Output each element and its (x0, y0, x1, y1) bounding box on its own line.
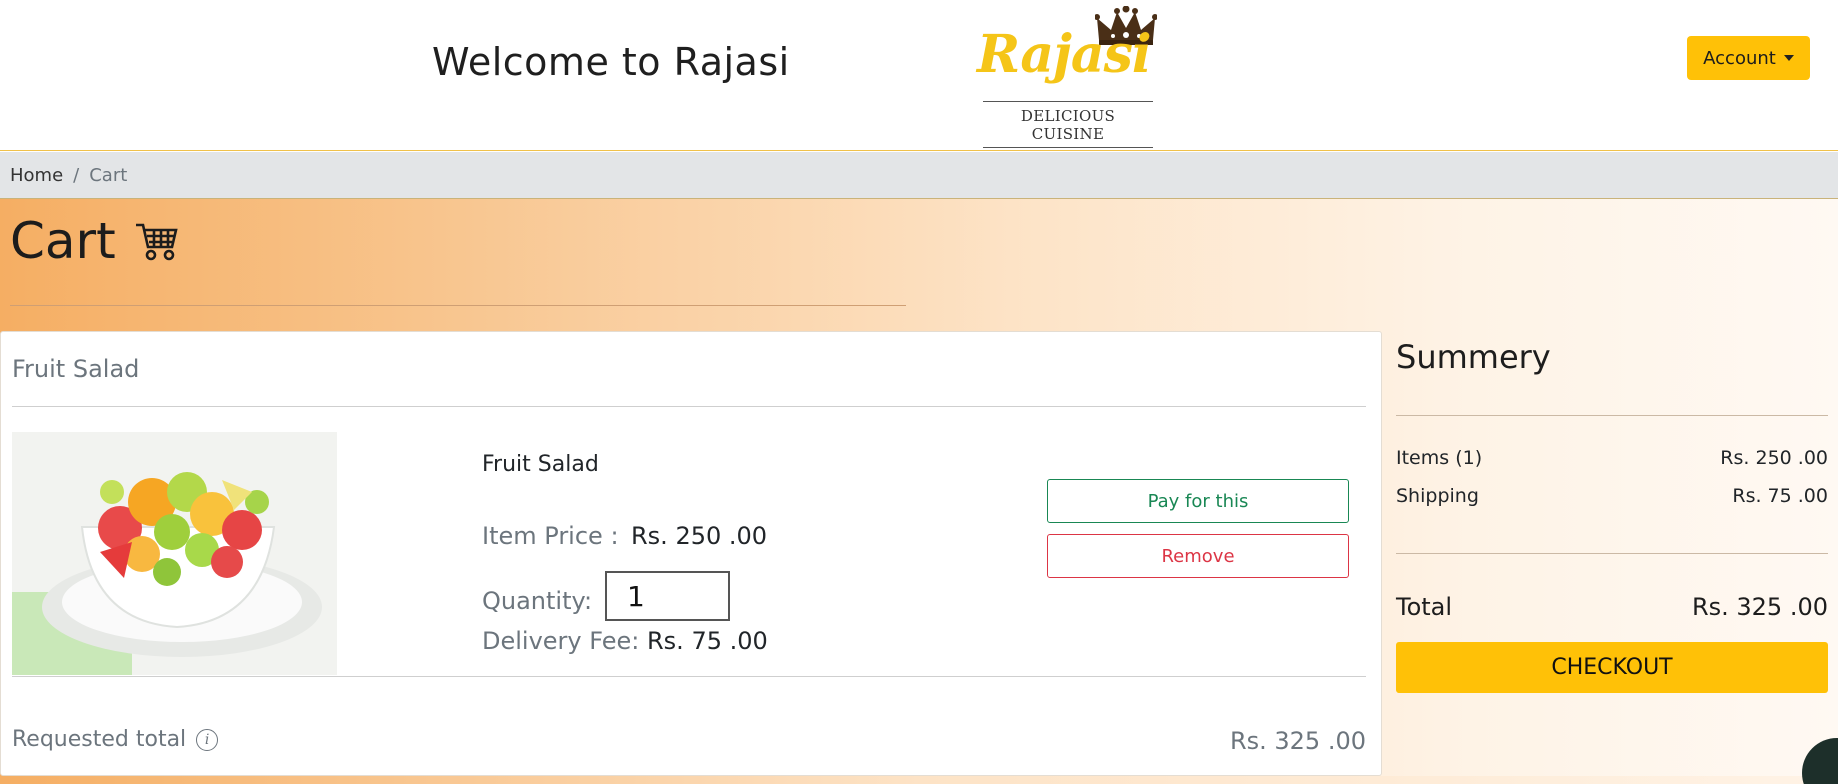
shopping-cart-icon (135, 223, 178, 261)
footer-gradient-strip (0, 776, 1838, 784)
summary-shipping-label: Shipping (1396, 485, 1479, 507)
delivery-fee-label: Delivery Fee: (482, 627, 640, 655)
rajasi-logo[interactable]: Rajasi DELICIOUS CUISINE (975, 6, 1171, 148)
logo-brand: Rajasi (977, 24, 1152, 85)
card-title: Fruit Salad (12, 355, 140, 383)
breadcrumb-separator: / (73, 164, 80, 186)
card-divider-top (12, 406, 1366, 407)
account-dropdown-button[interactable]: Account (1687, 36, 1810, 80)
quantity-input[interactable] (605, 571, 730, 621)
requested-total-text: Requested total (12, 727, 187, 752)
page-title-text: Cart (10, 212, 116, 270)
summary-shipping-value: Rs. 75 .00 (1732, 485, 1828, 507)
requested-total-label: Requested total i (12, 727, 219, 752)
summary-divider-bottom (1396, 553, 1828, 554)
item-price-value: Rs. 250 .00 (631, 522, 768, 550)
welcome-heading: Welcome to Rajasi (432, 40, 790, 84)
quantity-label: Quantity: (482, 587, 593, 615)
breadcrumb: Home / Cart (0, 152, 1838, 199)
delivery-fee-value: Rs. 75 .00 (647, 627, 768, 655)
breadcrumb-current: Cart (89, 164, 128, 186)
account-label: Account (1703, 47, 1776, 69)
breadcrumb-home-link[interactable]: Home (10, 165, 63, 186)
summary-divider-top (1396, 415, 1828, 416)
item-name: Fruit Salad (482, 452, 599, 477)
summary-items-value: Rs. 250 .00 (1720, 447, 1828, 469)
item-price-label: Item Price : (482, 522, 619, 550)
fruit-salad-image (12, 432, 337, 675)
summary-total-label: Total (1396, 593, 1453, 621)
remove-button[interactable]: Remove (1047, 534, 1349, 578)
title-divider (10, 305, 906, 306)
page-title: Cart (10, 212, 178, 270)
chevron-down-icon (1783, 55, 1794, 61)
logo-tagline: DELICIOUS CUISINE (983, 101, 1153, 148)
summary-title: Summery (1396, 338, 1551, 376)
site-header: Welcome to Rajasi Rajasi DELICIOUS CUISI… (0, 0, 1838, 151)
summary-total-value: Rs. 325 .00 (1691, 593, 1828, 621)
card-divider-bottom (12, 676, 1366, 677)
checkout-button[interactable]: CHECKOUT (1396, 642, 1828, 693)
requested-total-value: Rs. 325 .00 (1229, 727, 1366, 755)
summary-items-label: Items (1) (1396, 447, 1483, 469)
info-icon[interactable]: i (196, 728, 219, 751)
pay-for-this-button[interactable]: Pay for this (1047, 479, 1349, 523)
